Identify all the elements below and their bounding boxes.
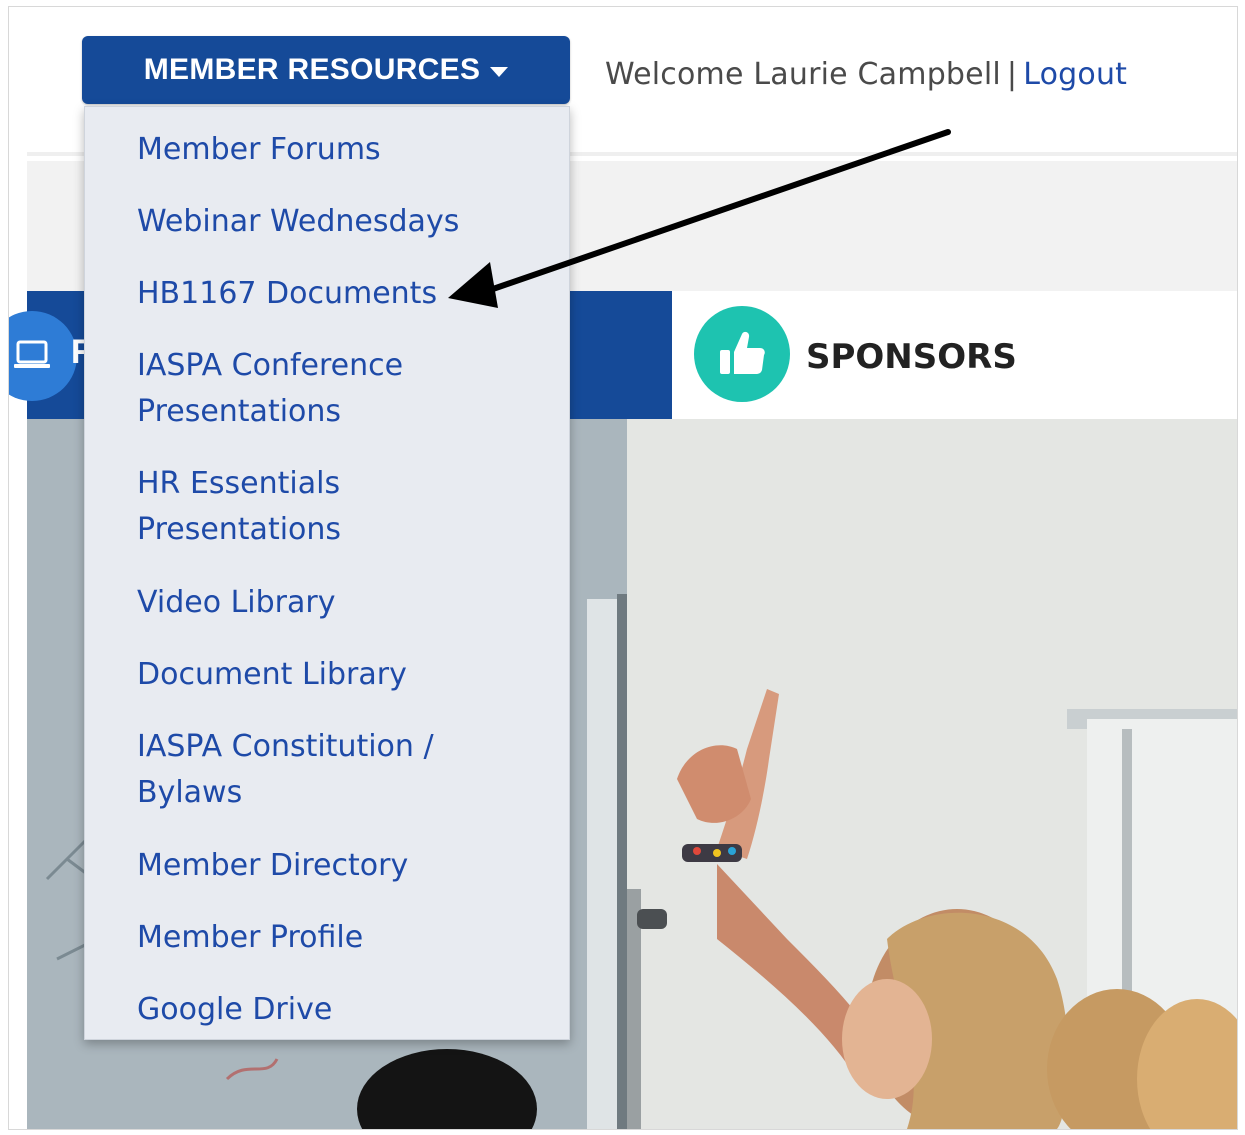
menu-item-label: Member Forums xyxy=(137,132,381,167)
welcome-bar: Welcome Laurie Campbell | Logout xyxy=(605,57,1127,92)
menu-item-google-drive[interactable]: Google Drive xyxy=(137,987,537,1033)
welcome-text: Welcome Laurie Campbell xyxy=(605,57,1001,92)
sponsors-label: SPONSORS xyxy=(806,337,1017,377)
menu-item-label-line2: Bylaws xyxy=(137,775,243,810)
welcome-separator: | xyxy=(1006,57,1018,92)
menu-item-label: IASPA Conference xyxy=(137,348,404,383)
menu-item-label: Member Profile xyxy=(137,920,364,955)
sponsors-tile[interactable]: SPONSORS xyxy=(672,291,1237,419)
member-resources-button[interactable]: MEMBER RESOURCES xyxy=(82,36,570,104)
member-resources-label: MEMBER RESOURCES xyxy=(143,53,481,86)
menu-item-document-library[interactable]: Document Library xyxy=(137,652,537,698)
menu-item-label: Google Drive xyxy=(137,992,333,1027)
menu-item-iaspa-constitution-bylaws[interactable]: IASPA Constitution / Bylaws xyxy=(137,724,537,816)
menu-item-label: HR Essentials xyxy=(137,466,341,501)
menu-item-member-forums[interactable]: Member Forums xyxy=(137,127,537,173)
menu-item-label: Video Library xyxy=(137,585,336,620)
menu-item-iaspa-conference-presentations[interactable]: IASPA Conference Presentations xyxy=(137,343,537,435)
logout-link[interactable]: Logout xyxy=(1023,57,1127,92)
menu-item-label-line2: Presentations xyxy=(137,512,342,547)
menu-item-hr-essentials-presentations[interactable]: HR Essentials Presentations xyxy=(137,461,537,553)
menu-item-hb1167-documents[interactable]: HB1167 Documents xyxy=(137,271,537,317)
menu-item-label: Webinar Wednesdays xyxy=(137,204,460,239)
menu-item-video-library[interactable]: Video Library xyxy=(137,580,537,626)
laptop-icon xyxy=(9,311,77,401)
menu-item-label: IASPA Constitution / xyxy=(137,729,434,764)
menu-item-label: Document Library xyxy=(137,657,407,692)
menu-item-webinar-wednesdays[interactable]: Webinar Wednesdays xyxy=(137,199,537,245)
menu-item-label: HB1167 Documents xyxy=(137,276,438,311)
menu-item-member-directory[interactable]: Member Directory xyxy=(137,843,537,889)
menu-item-label-line2: Presentations xyxy=(137,394,342,429)
menu-item-label: Member Directory xyxy=(137,848,409,883)
thumbs-up-icon xyxy=(694,306,790,402)
caret-down-icon xyxy=(490,67,509,77)
menu-item-member-profile[interactable]: Member Profile xyxy=(137,915,537,961)
member-resources-menu: Member Forums Webinar Wednesdays HB1167 … xyxy=(84,106,570,1040)
